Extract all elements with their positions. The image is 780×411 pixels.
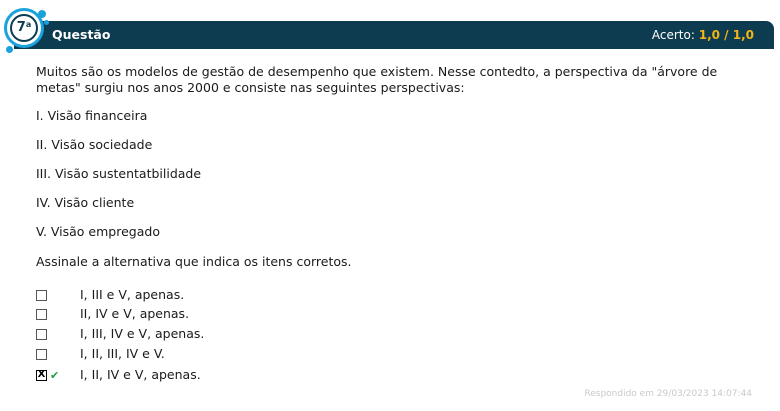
option-checkbox-checked[interactable]: X [36,369,47,381]
option-checkbox[interactable] [36,328,47,340]
statement-item: IV. Visão cliente [36,195,135,210]
badge-number: 7a [10,14,38,42]
option-label: I, II, IV e V, apenas. [80,367,201,382]
statement-item: III. Visão sustentatbilidade [36,166,202,181]
statement-item: I. Visão financeira [36,108,148,123]
badge-number-text: 7 [16,20,26,35]
answer-option[interactable]: I, III, IV e V, apenas. [36,326,204,342]
question-instruction: Assinale a alternativa que indica os ite… [36,254,352,269]
score-label: Acerto: [651,28,695,42]
score-value: 1,0 / 1,0 [698,28,754,42]
option-checkbox[interactable] [36,289,47,301]
badge-bubble [6,46,13,53]
badge-number-suffix: a [25,20,32,29]
badge-bubble [38,10,46,18]
option-label: II, IV e V, apenas. [80,306,190,321]
question-header: Questão Acerto: 1,0 / 1,0 [14,21,774,49]
option-checkbox[interactable] [36,348,47,360]
answered-timestamp: Respondido em 29/03/2023 14:07:44 [584,389,752,399]
statement-item: II. Visão sociedade [36,137,153,152]
question-text: Muitos são os modelos de gestão de desem… [36,64,718,95]
answer-option[interactable]: II, IV e V, apenas. [36,306,189,322]
correct-check-icon: ✔ [50,368,60,382]
option-label: I, III e V, apenas. [80,287,185,302]
answer-option[interactable]: I, II, III, IV e V. [36,346,165,362]
score: Acerto: 1,0 / 1,0 [652,28,754,42]
answer-option-selected[interactable]: X ✔ I, II, IV e V, apenas. [36,367,201,383]
statement-item: V. Visão empregado [36,224,160,239]
option-checkbox[interactable] [36,308,47,320]
option-label: I, III, IV e V, apenas. [80,326,205,341]
option-label: I, II, III, IV e V. [80,346,165,361]
question-number-badge: 7a [4,8,49,53]
badge-bubble [44,20,49,25]
question-title: Questão [52,27,111,42]
answer-option[interactable]: I, III e V, apenas. [36,287,184,303]
